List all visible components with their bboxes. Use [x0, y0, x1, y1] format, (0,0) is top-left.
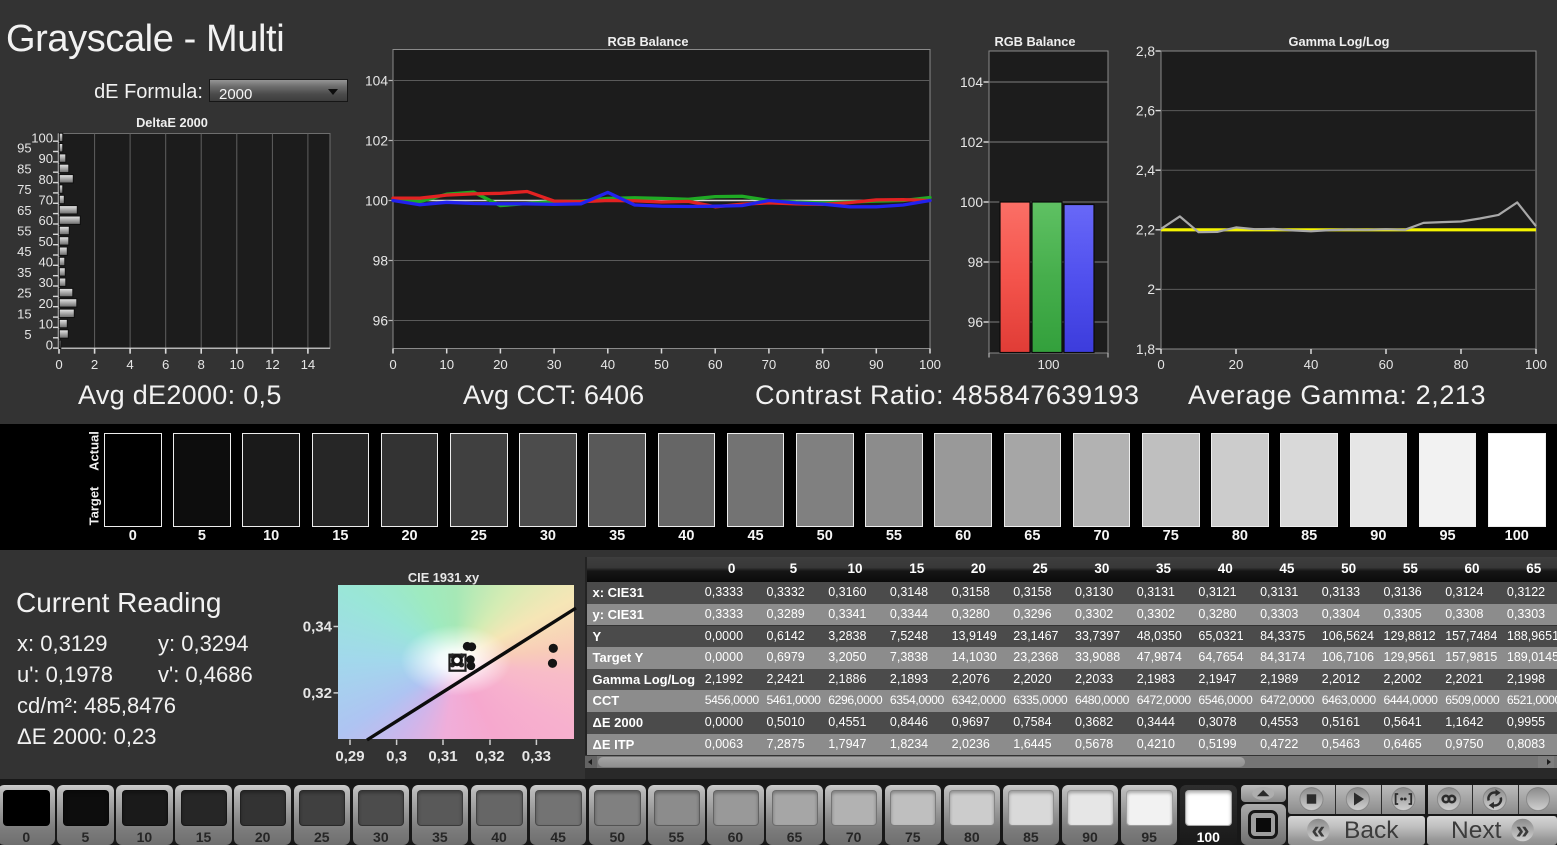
- svg-text:2,8: 2,8: [1136, 44, 1156, 59]
- svg-text:104: 104: [365, 73, 388, 88]
- svg-text:96: 96: [373, 313, 389, 328]
- svg-text:0,3: 0,3: [386, 748, 407, 765]
- svg-text:1,8: 1,8: [1136, 342, 1156, 357]
- svg-text:35: 35: [17, 265, 31, 280]
- svg-text:20: 20: [1229, 357, 1244, 372]
- svg-text:80: 80: [1454, 357, 1469, 372]
- svg-text:102: 102: [960, 135, 983, 150]
- svg-text:10: 10: [39, 317, 53, 332]
- svg-text:0: 0: [1157, 357, 1164, 372]
- svg-text:100: 100: [919, 357, 941, 372]
- svg-text:100: 100: [31, 130, 53, 145]
- svg-text:5: 5: [24, 327, 31, 342]
- svg-text:55: 55: [17, 224, 31, 239]
- svg-text:80: 80: [815, 357, 830, 372]
- svg-text:30: 30: [39, 275, 53, 290]
- svg-text:30: 30: [547, 357, 562, 372]
- svg-text:0: 0: [389, 357, 396, 372]
- svg-text:96: 96: [968, 315, 984, 330]
- svg-text:0,29: 0,29: [335, 748, 364, 765]
- svg-text:0,31: 0,31: [428, 748, 457, 765]
- svg-text:2,6: 2,6: [1136, 103, 1156, 118]
- svg-text:2,4: 2,4: [1136, 163, 1156, 178]
- svg-text:40: 40: [39, 255, 53, 270]
- svg-text:0,32: 0,32: [303, 685, 332, 702]
- svg-text:2,2: 2,2: [1136, 223, 1155, 238]
- svg-text:100: 100: [1525, 357, 1547, 372]
- svg-text:RGB Balance: RGB Balance: [994, 34, 1075, 49]
- svg-text:20: 20: [493, 357, 508, 372]
- svg-text:40: 40: [600, 357, 615, 372]
- svg-text:45: 45: [17, 244, 31, 259]
- svg-text:95: 95: [17, 141, 31, 156]
- svg-text:2: 2: [91, 357, 98, 372]
- svg-text:100: 100: [365, 193, 388, 208]
- svg-text:14: 14: [301, 357, 316, 372]
- svg-text:60: 60: [39, 213, 53, 228]
- svg-text:104: 104: [960, 75, 983, 90]
- svg-text:0: 0: [55, 357, 62, 372]
- svg-text:12: 12: [265, 357, 280, 372]
- svg-text:70: 70: [39, 193, 53, 208]
- svg-text:0: 0: [46, 337, 53, 352]
- svg-text:100: 100: [1037, 357, 1059, 372]
- svg-text:CIE 1931 xy: CIE 1931 xy: [408, 570, 480, 585]
- svg-text:75: 75: [17, 182, 31, 197]
- svg-text:10: 10: [229, 357, 244, 372]
- svg-text:60: 60: [708, 357, 723, 372]
- svg-text:40: 40: [1304, 357, 1319, 372]
- svg-text:4: 4: [126, 357, 133, 372]
- svg-text:20: 20: [39, 296, 53, 311]
- svg-text:8: 8: [198, 357, 205, 372]
- svg-text:70: 70: [762, 357, 777, 372]
- svg-text:Gamma Log/Log: Gamma Log/Log: [1289, 34, 1390, 49]
- svg-text:0,33: 0,33: [522, 748, 551, 765]
- svg-text:0,34: 0,34: [303, 619, 333, 636]
- svg-text:25: 25: [17, 286, 31, 301]
- svg-text:100: 100: [960, 195, 983, 210]
- svg-text:102: 102: [365, 133, 388, 148]
- svg-text:60: 60: [1379, 357, 1394, 372]
- svg-text:65: 65: [17, 203, 31, 218]
- svg-text:50: 50: [654, 357, 669, 372]
- svg-text:0,32: 0,32: [475, 748, 504, 765]
- svg-text:2: 2: [1147, 282, 1155, 297]
- svg-text:85: 85: [17, 161, 31, 176]
- svg-text:50: 50: [39, 234, 53, 249]
- svg-text:80: 80: [39, 172, 53, 187]
- svg-text:6: 6: [162, 357, 169, 372]
- svg-text:10: 10: [439, 357, 454, 372]
- svg-text:DeltaE 2000: DeltaE 2000: [136, 115, 208, 130]
- svg-text:98: 98: [373, 253, 389, 268]
- svg-text:RGB Balance: RGB Balance: [607, 34, 688, 49]
- svg-text:90: 90: [39, 151, 53, 166]
- svg-text:15: 15: [17, 306, 31, 321]
- svg-text:90: 90: [869, 357, 884, 372]
- svg-text:98: 98: [968, 255, 984, 270]
